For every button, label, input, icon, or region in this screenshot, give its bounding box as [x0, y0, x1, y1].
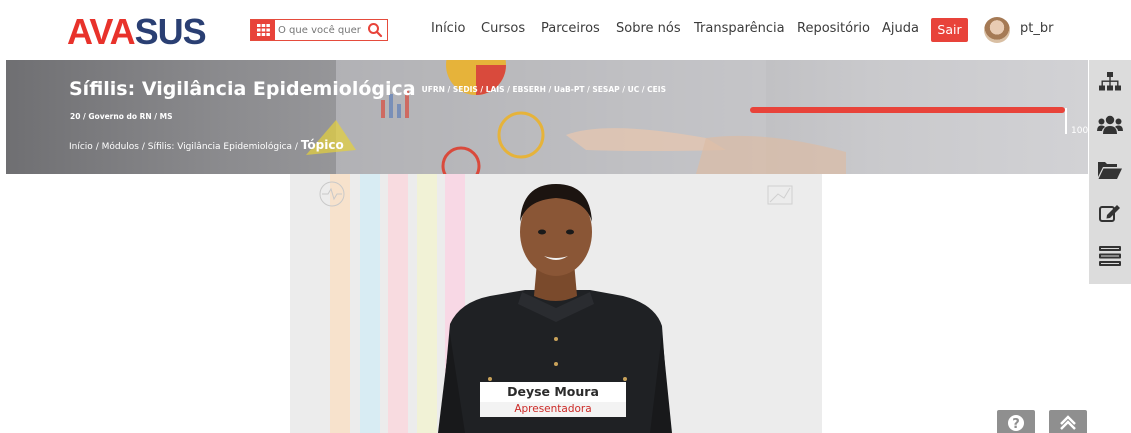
search-icon[interactable]	[367, 22, 383, 38]
breadcrumb: Início / Módulos / Sífilis: Vigilância E…	[69, 138, 344, 152]
nav-repositorio[interactable]: Repositório	[797, 21, 870, 36]
nav-transparencia[interactable]: Transparência	[694, 21, 785, 36]
user-avatar[interactable]	[984, 17, 1010, 43]
search-input[interactable]	[278, 22, 364, 38]
sitemap-icon[interactable]	[1089, 62, 1131, 102]
nav-parceiros[interactable]: Parceiros	[541, 21, 600, 36]
breadcrumb-home[interactable]: Início	[69, 142, 93, 152]
top-header: AVASUS Início Cursos Parceiros Sobre nós…	[0, 0, 1131, 60]
progress-marker	[1065, 108, 1067, 134]
course-progress-bar	[750, 107, 1065, 113]
chevron-up-icon	[1060, 415, 1076, 430]
users-icon[interactable]	[1089, 105, 1131, 145]
course-subtitle: 20 / Governo do RN / MS	[70, 112, 173, 121]
course-institutions: UFRN / SEDIS / LAIS / EBSERH / UaB-PT / …	[421, 85, 666, 94]
back-to-top-button[interactable]	[1049, 410, 1087, 433]
question-icon: ?	[1008, 415, 1024, 432]
presenter-role: Apresentadora	[480, 402, 626, 417]
language-selector[interactable]: pt_br	[1020, 21, 1053, 36]
course-banner: Sífilis: Vigilância Epidemiológica UFRN /…	[6, 60, 1088, 174]
avasus-logo[interactable]: AVASUS	[67, 12, 207, 52]
side-toolbar	[1089, 60, 1131, 284]
presenter-name: Deyse Moura	[480, 382, 626, 402]
presenter-lower-third: Deyse Moura Apresentadora	[480, 382, 626, 417]
apps-grid-icon[interactable]	[251, 20, 275, 40]
list-icon[interactable]	[1089, 236, 1131, 276]
edit-icon[interactable]	[1089, 193, 1131, 233]
progress-value: 100	[1071, 126, 1088, 136]
nav-cursos[interactable]: Cursos	[481, 21, 525, 36]
nav-sobre-nos[interactable]: Sobre nós	[616, 21, 681, 36]
nav-inicio[interactable]: Início	[431, 21, 465, 36]
breadcrumb-current: Tópico	[300, 138, 344, 152]
course-title: Sífilis: Vigilância Epidemiológica UFRN /…	[69, 78, 666, 100]
logout-button[interactable]: Sair	[931, 18, 968, 42]
video-player[interactable]: Deyse Moura Apresentadora	[290, 174, 822, 433]
nav-ajuda[interactable]: Ajuda	[882, 21, 919, 36]
svg-text:?: ?	[1012, 417, 1020, 432]
search-box	[250, 19, 388, 41]
breadcrumb-course[interactable]: Sífilis: Vigilância Epidemiológica	[148, 142, 292, 152]
folder-open-icon[interactable]	[1089, 150, 1131, 190]
breadcrumb-modules[interactable]: Módulos	[102, 142, 139, 152]
help-button[interactable]: ?	[997, 410, 1035, 433]
